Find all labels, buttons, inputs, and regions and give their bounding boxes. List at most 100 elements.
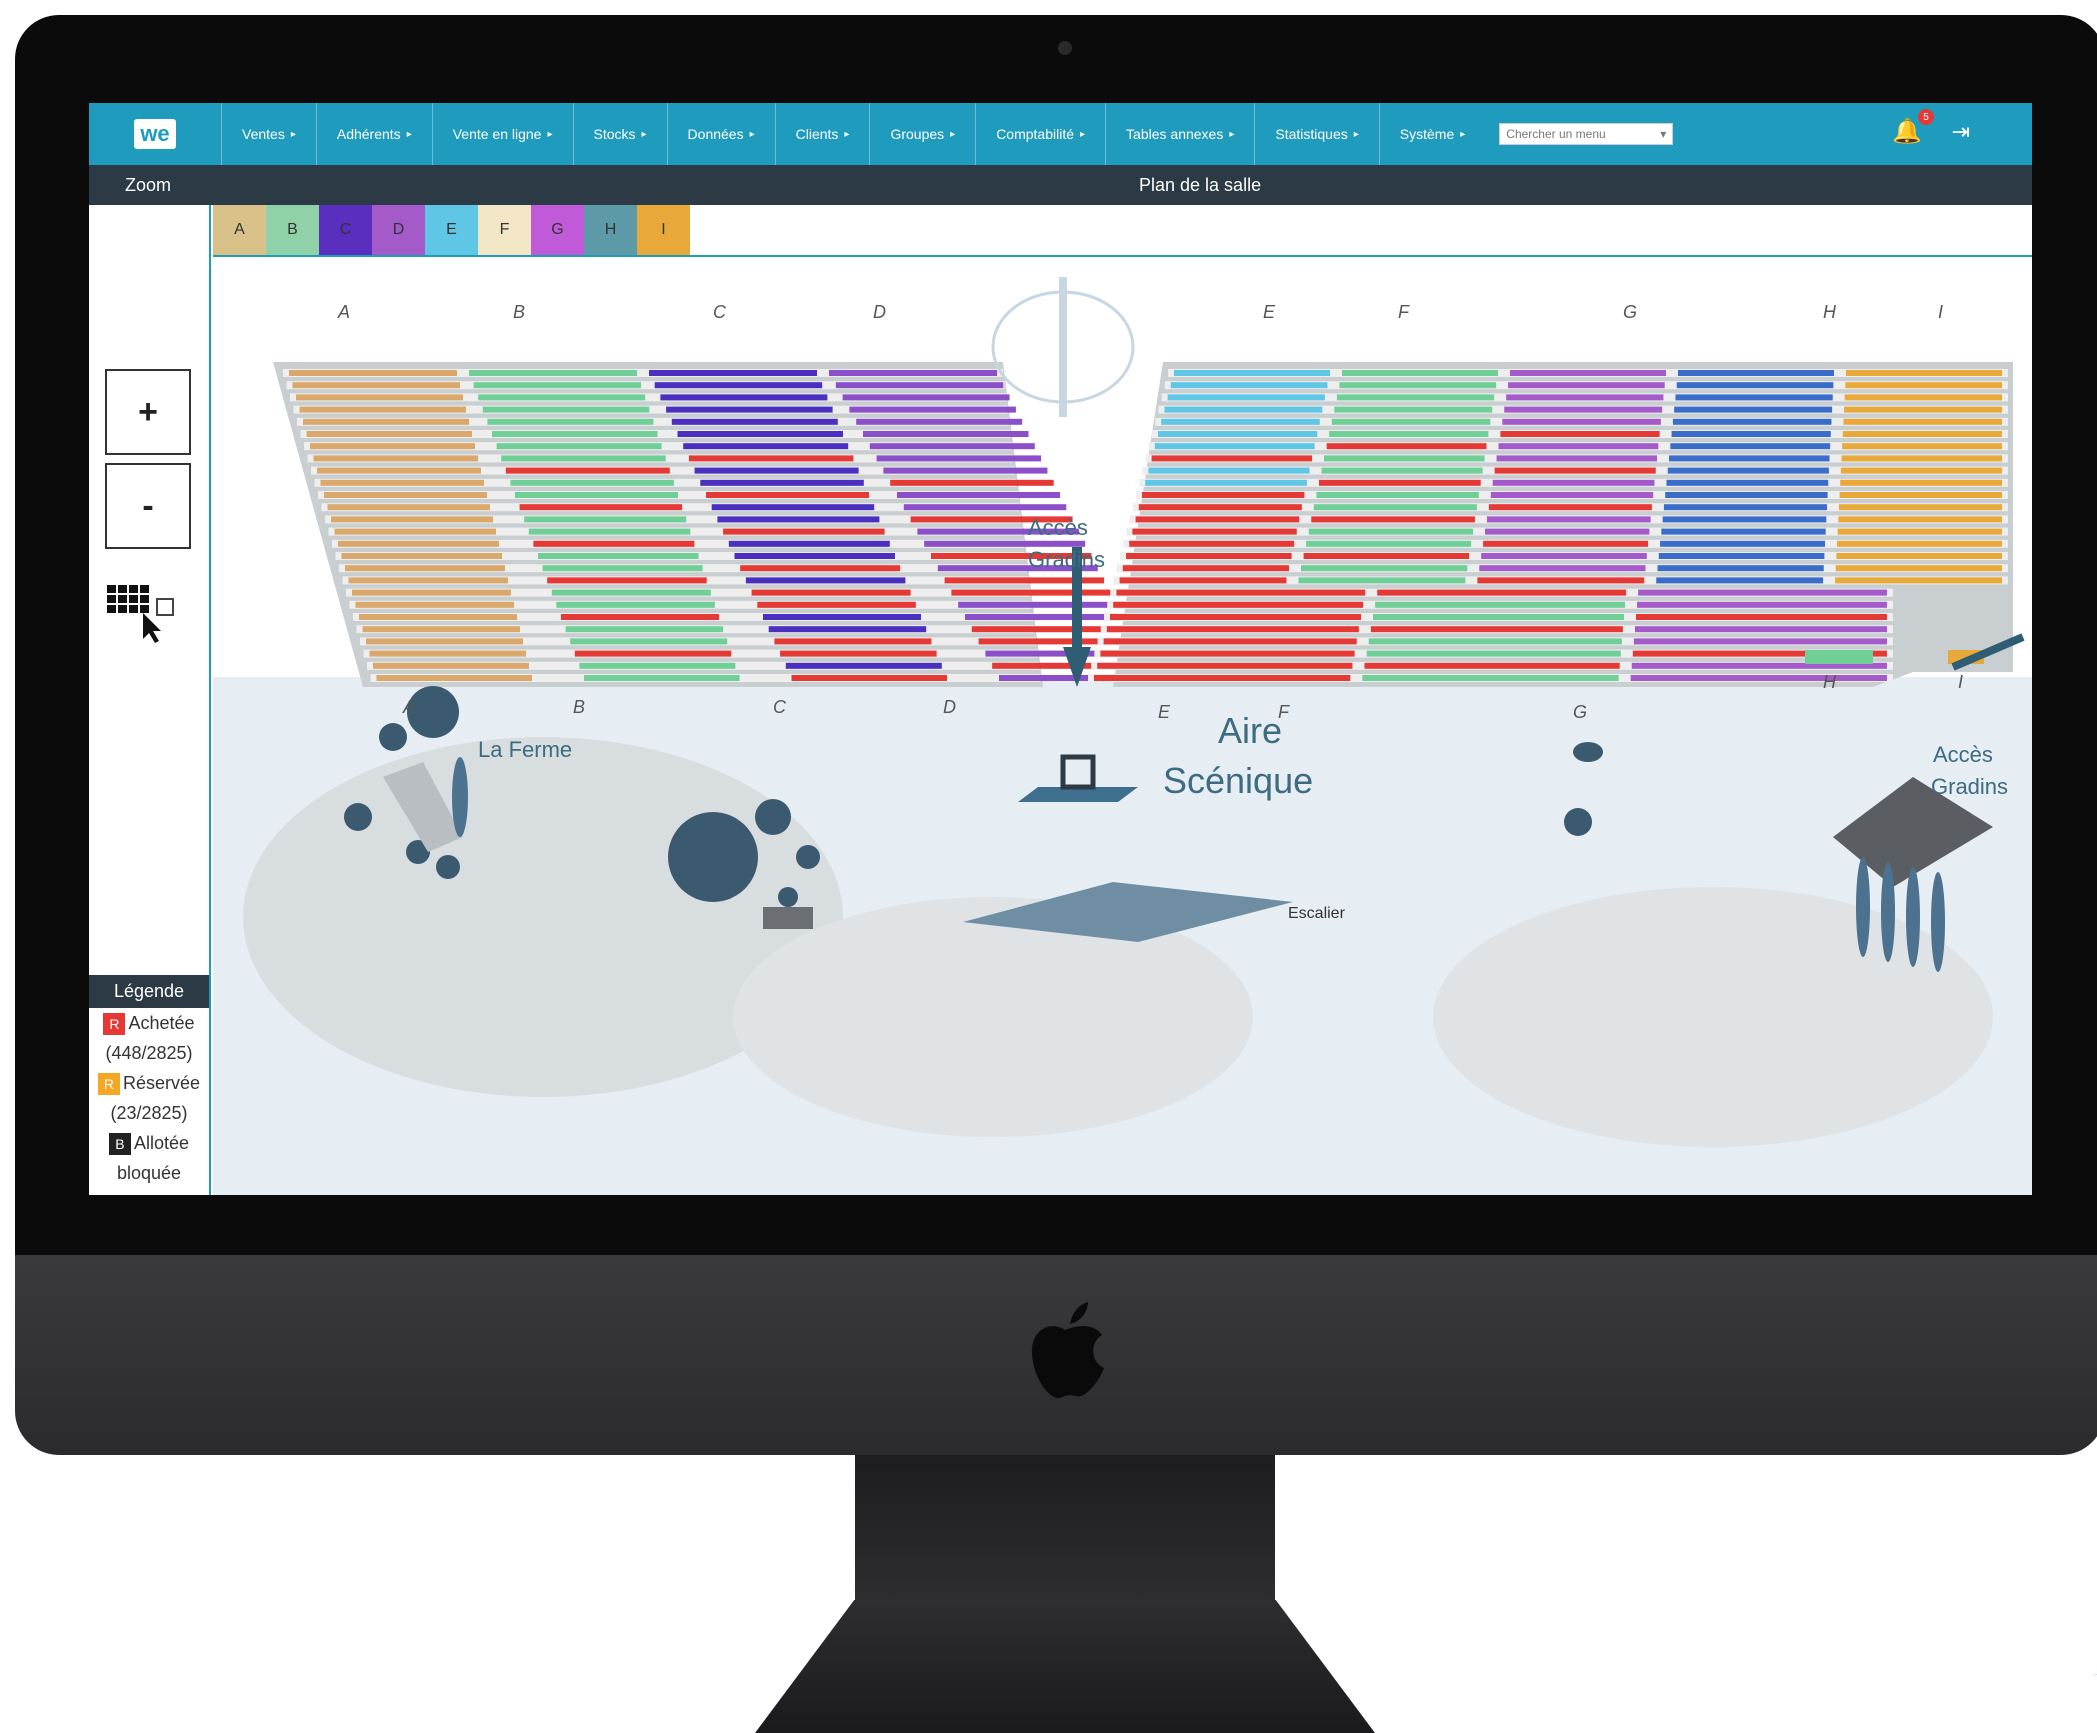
block-tab[interactable]: I bbox=[637, 205, 690, 255]
block-tab[interactable]: A bbox=[213, 205, 266, 255]
seat-group bbox=[510, 479, 674, 486]
nav-item-label: Statistiques bbox=[1275, 126, 1348, 142]
cypress-tree bbox=[1856, 857, 1870, 957]
seat-group bbox=[700, 479, 864, 486]
seat-group bbox=[1657, 565, 1824, 572]
seat-group bbox=[1633, 638, 1887, 645]
seat-group bbox=[1329, 431, 1489, 437]
seat-group bbox=[774, 638, 932, 645]
block-tab[interactable]: B bbox=[266, 205, 319, 255]
nav-item[interactable]: Adhérents ▸ bbox=[315, 103, 432, 165]
seat-group bbox=[1676, 382, 1834, 389]
seat-group bbox=[1671, 431, 1831, 437]
seat-group bbox=[1675, 394, 1833, 401]
tree bbox=[436, 855, 460, 879]
nav-item-label: Vente en ligne bbox=[452, 126, 542, 142]
nav-item-label: Données bbox=[687, 126, 744, 142]
seat-group bbox=[723, 528, 885, 535]
block-tab[interactable]: E bbox=[425, 205, 478, 255]
nav-item-label: Comptabilité bbox=[996, 126, 1075, 142]
legend: Légende R Achetée (448/2825) R Réservée (23/2… bbox=[89, 975, 209, 1195]
seat-group bbox=[1368, 638, 1622, 645]
seat-group bbox=[289, 370, 457, 376]
zoom-out-button[interactable]: - bbox=[105, 463, 191, 549]
legend-label: Achetée bbox=[128, 1013, 195, 1033]
seat-group bbox=[694, 467, 859, 474]
seat-group bbox=[1094, 675, 1351, 681]
seat-group bbox=[1116, 589, 1366, 596]
seat-group bbox=[1502, 418, 1661, 425]
nav-item[interactable]: Comptabilité ▸ bbox=[975, 103, 1105, 165]
seat-group bbox=[951, 589, 1111, 596]
nav-item-label: Stocks bbox=[593, 126, 636, 142]
seat-group bbox=[1138, 504, 1302, 511]
seat-group bbox=[1301, 565, 1468, 572]
block-label-small: I bbox=[1958, 672, 1964, 692]
seat-group bbox=[1508, 382, 1665, 389]
legend-title: Légende bbox=[89, 975, 209, 1008]
block-tab[interactable]: H bbox=[584, 205, 637, 255]
nav-item[interactable]: Données ▸ bbox=[666, 103, 775, 165]
seat-group bbox=[366, 638, 523, 645]
top-navigation: we Ventes ▸ Adhérents ▸ Vente en ligne ▸ Stock… bbox=[89, 103, 2032, 165]
nav-item[interactable]: Système ▸ bbox=[1378, 103, 1486, 165]
bell-icon[interactable]: 🔔 bbox=[1892, 117, 1922, 146]
seat-group bbox=[331, 516, 493, 523]
camera-dot bbox=[1058, 41, 1072, 55]
tree bbox=[796, 845, 820, 869]
seat-group bbox=[1637, 601, 1887, 608]
terrain-patch bbox=[733, 897, 1253, 1137]
logout-icon[interactable]: ⇥ bbox=[1952, 119, 1970, 145]
block-tab[interactable]: F bbox=[478, 205, 531, 255]
legend-status-icon: R bbox=[103, 1013, 126, 1036]
seat-group bbox=[1842, 443, 2002, 450]
zoom-in-button[interactable]: + bbox=[105, 369, 191, 455]
seat-group bbox=[1154, 443, 1315, 450]
seat-group bbox=[478, 394, 646, 401]
nav-item[interactable]: Vente en ligne ▸ bbox=[431, 103, 573, 165]
seat-group bbox=[320, 479, 484, 486]
nav-item-label: Ventes bbox=[242, 126, 285, 142]
menu-search-input[interactable]: Chercher un menu ▾ bbox=[1499, 123, 1674, 145]
nav-item[interactable]: Tables annexes ▸ bbox=[1105, 103, 1254, 165]
seat-group bbox=[785, 662, 942, 669]
monitor-stand bbox=[855, 1455, 1275, 1605]
seat-group bbox=[1494, 467, 1656, 474]
seat-group bbox=[1129, 540, 1295, 547]
block-label-small: H bbox=[1823, 672, 1836, 692]
seat-group bbox=[519, 504, 683, 511]
nav-item[interactable]: Ventes ▸ bbox=[221, 103, 316, 165]
access-label: Gradins bbox=[1931, 774, 2009, 799]
seat-group bbox=[345, 565, 505, 572]
seat-group bbox=[1167, 394, 1325, 401]
block-label-bottom: D bbox=[943, 697, 956, 717]
chevron-right-icon: ▸ bbox=[1080, 128, 1086, 140]
castillon-sword bbox=[1059, 277, 1067, 417]
seat-group bbox=[1097, 662, 1353, 669]
seat-group bbox=[1316, 492, 1479, 498]
seat-select-grid-icon[interactable] bbox=[107, 583, 187, 643]
seat-group bbox=[1339, 382, 1497, 389]
seat-group bbox=[683, 443, 849, 450]
seat-group bbox=[671, 418, 838, 425]
brand-logo[interactable]: we bbox=[89, 103, 221, 165]
block-label-top: D bbox=[873, 302, 886, 322]
seat-group bbox=[1841, 455, 2002, 462]
seat-group bbox=[313, 455, 478, 462]
seat-group bbox=[1658, 553, 1825, 559]
nav-item[interactable]: Statistiques ▸ bbox=[1254, 103, 1378, 165]
block-tab[interactable]: G bbox=[531, 205, 584, 255]
seat-group bbox=[1504, 406, 1663, 413]
tree bbox=[778, 887, 798, 907]
block-tab[interactable]: D bbox=[372, 205, 425, 255]
seat-group bbox=[1500, 431, 1660, 437]
block-tab[interactable]: C bbox=[319, 205, 372, 255]
nav-item[interactable]: Stocks ▸ bbox=[572, 103, 667, 165]
seat-group bbox=[1674, 406, 1833, 413]
seat-group bbox=[1844, 394, 2002, 401]
seat-group bbox=[341, 553, 502, 559]
seat-group bbox=[1663, 504, 1827, 511]
seat-group bbox=[1110, 614, 1361, 620]
nav-item[interactable]: Clients ▸ bbox=[774, 103, 870, 165]
nav-item[interactable]: Groupes ▸ bbox=[869, 103, 975, 165]
